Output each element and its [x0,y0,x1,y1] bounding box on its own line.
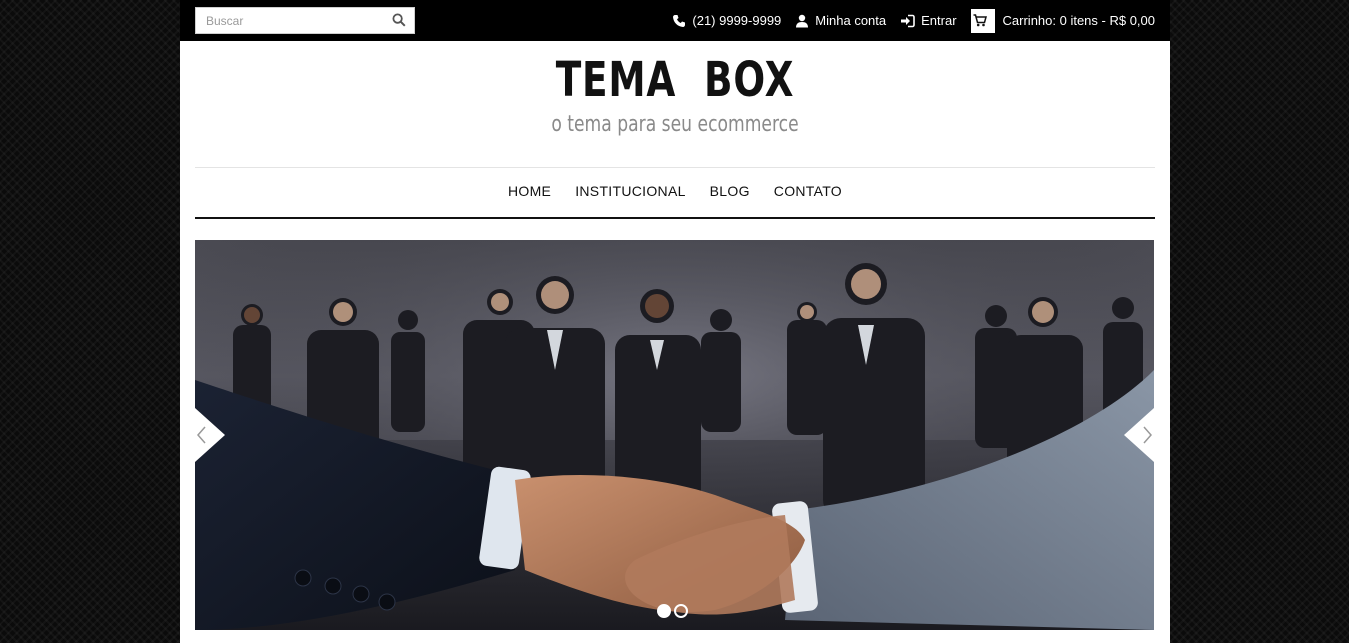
cart-link[interactable]: Carrinho: 0 itens - R$ 0,00 [970,8,1155,33]
nav-divider [195,217,1155,219]
slider-dot-1[interactable] [657,604,671,618]
login-icon [901,14,915,27]
nav-item-institucional[interactable]: INSTITUCIONAL [575,183,685,199]
header-divider [195,167,1155,168]
site-tagline: o tema para seu ecommerce [551,112,799,137]
top-bar: (21) 9999-9999 Minha conta Entrar [180,0,1170,41]
search-input[interactable] [196,8,386,33]
search-icon[interactable] [392,13,408,29]
login-link[interactable]: Entrar [900,13,957,28]
phone-icon [673,14,686,27]
slider-prev-button[interactable] [195,408,225,462]
phone-link: (21) 9999-9999 [672,13,781,28]
user-icon [796,14,809,27]
account-link[interactable]: Minha conta [795,13,886,28]
chevron-right-icon [1124,408,1154,462]
search-box [195,7,415,34]
slide-image [195,240,1154,630]
top-links: (21) 9999-9999 Minha conta Entrar Carrin… [658,0,1155,41]
site-logo[interactable]: TEMA BOX [289,52,1061,108]
main-nav: HOME INSTITUCIONAL BLOG CONTATO [180,183,1170,199]
page-container: (21) 9999-9999 Minha conta Entrar [180,0,1170,643]
account-label: Minha conta [815,13,887,28]
nav-item-contato[interactable]: CONTATO [774,183,842,199]
slider-next-button[interactable] [1124,408,1154,462]
nav-item-home[interactable]: HOME [508,183,551,199]
slider-dot-2[interactable] [674,604,688,618]
cart-icon [970,8,995,33]
cart-summary: Carrinho: 0 itens - R$ 0,00 [1002,13,1155,28]
slider-pagination [657,604,688,618]
hero-slider [195,240,1154,630]
login-label: Entrar [921,13,957,28]
chevron-left-icon [195,408,225,462]
phone-number: (21) 9999-9999 [692,13,782,28]
nav-item-blog[interactable]: BLOG [710,183,750,199]
